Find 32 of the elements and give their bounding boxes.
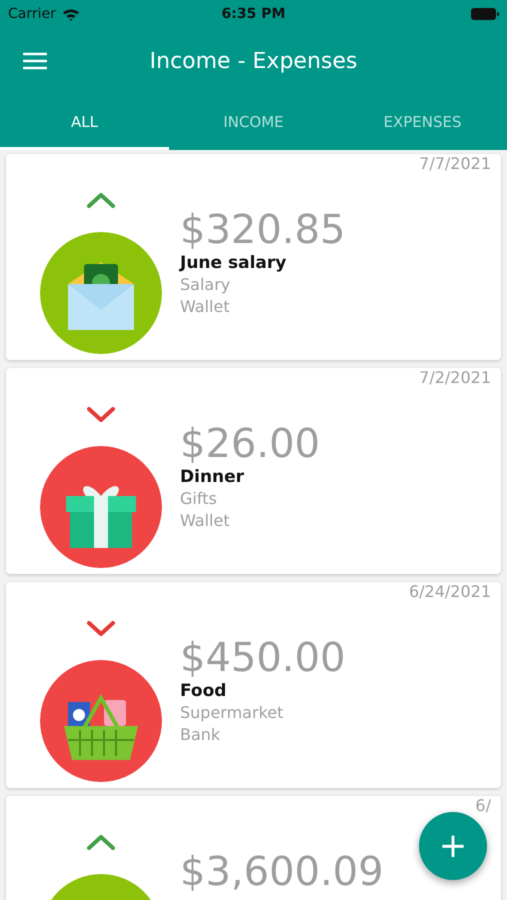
account-label: Wallet <box>180 296 231 318</box>
category-label: Salary <box>180 274 232 296</box>
account-label: Bank <box>180 724 222 746</box>
transaction-date: 6/ <box>475 795 491 815</box>
tab[interactable]: EXPENSES <box>338 94 507 150</box>
basket-icon <box>64 694 138 760</box>
account-label: Wallet <box>180 510 231 532</box>
category-label: Gifts <box>180 488 218 510</box>
transaction-card[interactable]: $320.85 June salary Salary Wallet 7/7/2021 <box>6 154 501 360</box>
battery-icon <box>471 8 499 20</box>
menu-icon <box>23 52 47 70</box>
transaction-card[interactable]: $450.00 Food Supermarket Bank 6/24/2021 <box>6 582 501 788</box>
amount: $450.00 <box>180 636 346 680</box>
screen-title: Income - Expenses <box>148 48 358 74</box>
transaction-card[interactable]: $26.00 Dinner Gifts Wallet 7/2/2021 <box>6 368 501 574</box>
tab[interactable]: ALL <box>0 94 169 150</box>
transaction-title: Dinner <box>180 466 246 488</box>
amount: $3,600.09 <box>180 850 385 894</box>
amount: $320.85 <box>180 208 346 252</box>
envelope-icon <box>68 262 134 330</box>
menu-button[interactable] <box>23 51 47 71</box>
transaction-title: Food <box>180 680 228 702</box>
transaction-date: 7/2/2021 <box>419 367 491 387</box>
status-time: 6:35 PM <box>222 6 286 22</box>
transaction-date: 6/24/2021 <box>408 581 491 601</box>
gift-icon <box>66 486 136 548</box>
wifi-icon <box>62 8 80 20</box>
amount: $26.00 <box>180 422 321 466</box>
tab[interactable]: INCOME <box>169 94 338 150</box>
category-label: Supermarket <box>180 702 284 724</box>
transaction-title: June salary <box>180 252 288 274</box>
carrier-label: Carrier <box>8 6 56 22</box>
